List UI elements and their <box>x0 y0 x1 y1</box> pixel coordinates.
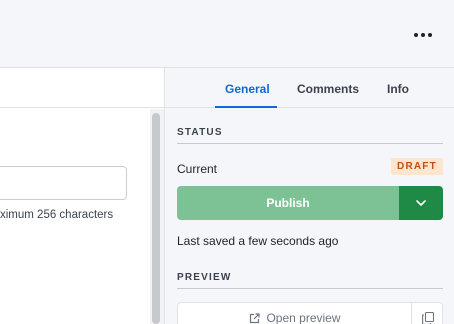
text-input[interactable] <box>0 166 127 200</box>
copy-link-button[interactable] <box>412 303 444 324</box>
chevron-down-icon <box>416 200 426 206</box>
external-link-icon <box>250 312 261 323</box>
publish-button[interactable]: Publish <box>177 186 399 220</box>
preview-section-rule <box>177 288 443 289</box>
tab-general[interactable]: General <box>225 82 270 96</box>
tab-info[interactable]: Info <box>387 82 409 96</box>
tabs-border <box>165 107 454 108</box>
status-section-rule <box>177 143 443 144</box>
top-bar <box>0 0 454 68</box>
last-saved-text: Last saved a few seconds ago <box>177 234 339 248</box>
more-horizontal-icon <box>414 33 418 37</box>
active-tab-indicator <box>215 106 277 108</box>
copy-icon <box>422 311 434 324</box>
editor-pane: ximum 256 characters <box>0 109 150 324</box>
settings-sidebar: General Comments Info STATUS Current DRA… <box>165 68 454 324</box>
scrollbar-thumb[interactable] <box>152 113 160 324</box>
preview-actions: Open preview <box>177 302 443 324</box>
sidebar-tabs: General Comments Info <box>165 68 454 108</box>
character-limit-helper: ximum 256 characters <box>0 209 114 221</box>
status-section-title: STATUS <box>177 127 223 138</box>
preview-section-title: PREVIEW <box>177 272 232 283</box>
editor-header <box>0 68 164 108</box>
current-status-label: Current <box>177 162 218 176</box>
open-preview-button[interactable]: Open preview <box>178 303 412 324</box>
status-badge: DRAFT <box>391 158 443 175</box>
more-options-button[interactable] <box>408 22 438 48</box>
open-preview-label: Open preview <box>266 311 341 324</box>
tab-comments[interactable]: Comments <box>297 82 359 96</box>
publish-options-button[interactable] <box>399 186 443 220</box>
